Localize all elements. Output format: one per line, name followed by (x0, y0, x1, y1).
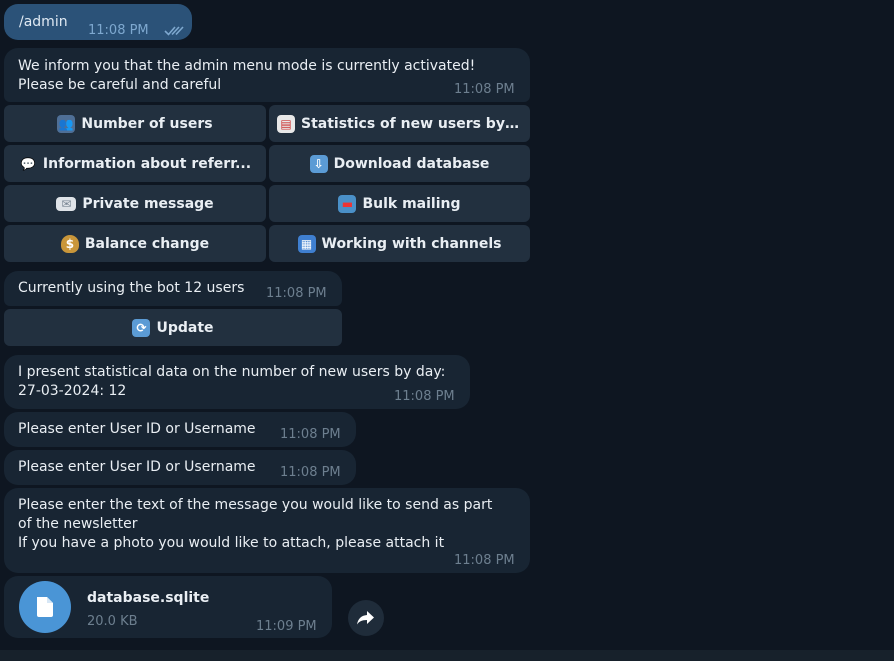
file-message[interactable]: database.sqlite 20.0 KB 11:09 PM (4, 576, 332, 638)
refresh-icon: ⟳ (132, 318, 151, 337)
working-with-channels-button[interactable]: ▦ Working with channels (269, 225, 530, 262)
speech-bubble-icon: 💬 (20, 156, 36, 171)
money-bag-icon: $ (60, 234, 79, 253)
file-name[interactable]: database.sqlite (87, 590, 209, 606)
document-icon[interactable] (19, 581, 71, 633)
outgoing-message[interactable]: /admin 11:08 PM (4, 4, 192, 40)
number-of-users-button[interactable]: 👥 Number of users (4, 105, 266, 142)
message-time: 11:08 PM (454, 82, 515, 97)
download-icon: ⇩ (309, 154, 328, 173)
message-time: 11:08 PM (454, 553, 515, 568)
user-id-prompt-message: Please enter User ID or Username 11:08 P… (4, 412, 356, 447)
referral-info-button[interactable]: 💬 Information about referr... (4, 145, 266, 182)
message-time: 11:08 PM (280, 427, 341, 442)
message-text: Please enter User ID or Username (18, 459, 256, 475)
private-message-button[interactable]: ✉ Private message (4, 185, 266, 222)
user-id-prompt-message: Please enter User ID or Username 11:08 P… (4, 450, 356, 485)
message-time: 11:09 PM (256, 619, 317, 634)
message-text: Please enter User ID or Username (18, 421, 256, 437)
mailbox-icon: ▬ (338, 194, 357, 213)
message-text: /admin (19, 14, 68, 30)
message-time: 11:08 PM (266, 286, 327, 301)
message-text: We inform you that the admin menu mode i… (18, 58, 476, 93)
elevator-icon: ▦ (297, 234, 316, 253)
users-icon: 👥 (57, 114, 76, 133)
message-text: Please enter the text of the message you… (18, 497, 493, 551)
bottom-bar (0, 650, 894, 661)
double-check-icon (164, 22, 186, 41)
envelope-icon: ✉ (56, 196, 77, 211)
newsletter-prompt-message: Please enter the text of the message you… (4, 488, 530, 573)
bulk-mailing-button[interactable]: ▬ Bulk mailing (269, 185, 530, 222)
file-size: 20.0 KB (87, 614, 138, 629)
message-time: 11:08 PM (394, 389, 455, 404)
forward-icon (357, 611, 374, 625)
forward-button[interactable] (348, 600, 384, 636)
message-time: 11:08 PM (280, 465, 341, 480)
balance-change-button[interactable]: $ Balance change (4, 225, 266, 262)
message-time: 11:08 PM (88, 23, 149, 38)
admin-notice-message: We inform you that the admin menu mode i… (4, 48, 530, 102)
calendar-icon: ▤ (277, 114, 295, 133)
update-button[interactable]: ⟳ Update (4, 309, 342, 346)
message-text: Currently using the bot 12 users (18, 280, 245, 296)
statistics-message: I present statistical data on the number… (4, 355, 470, 409)
download-database-button[interactable]: ⇩ Download database (269, 145, 530, 182)
statistics-new-users-button[interactable]: ▤ Statistics of new users by ... (269, 105, 530, 142)
users-count-message: Currently using the bot 12 users 11:08 P… (4, 271, 342, 306)
